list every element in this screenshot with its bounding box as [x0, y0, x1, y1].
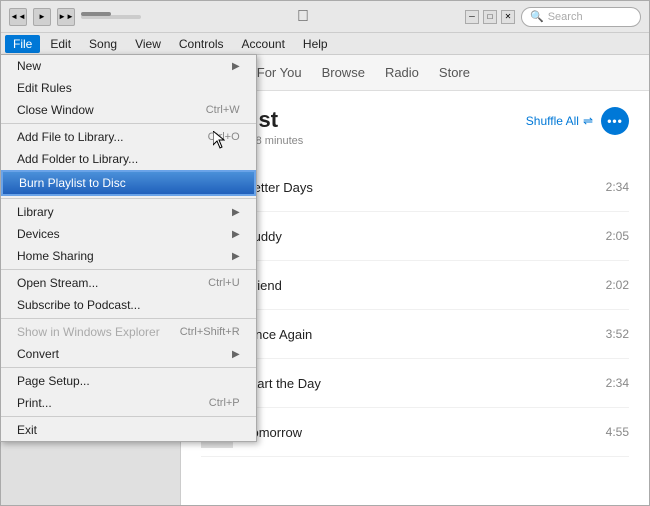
more-icon: ••• — [607, 114, 623, 128]
song-item-0[interactable]: ♪ Better Days 2:34 — [201, 163, 629, 212]
song-list: ♪ Better Days 2:34 ♪ Buddy 2:05 — [201, 163, 629, 457]
menu-bar: File Edit Song View Controls Account Hel… — [1, 33, 649, 55]
menu-help[interactable]: Help — [295, 35, 336, 53]
shortcut-show-explorer: Ctrl+Shift+R — [180, 326, 240, 338]
menu-item-print[interactable]: Print... Ctrl+P — [1, 392, 256, 414]
shortcut-add-file: Ctrl+O — [208, 131, 240, 143]
song-duration-0: 2:34 — [606, 180, 629, 194]
search-placeholder: Search — [548, 11, 583, 23]
arrow-icon-new: ▶ — [232, 61, 240, 72]
shuffle-button[interactable]: Shuffle All ⇌ — [526, 114, 593, 128]
menu-item-close-window[interactable]: Close Window Ctrl+W — [1, 99, 256, 121]
song-duration-1: 2:05 — [606, 229, 629, 243]
playlist-header: Playlist 6 songs • 18 minutes Shuffle Al… — [201, 107, 629, 147]
title-bar-center:  — [297, 8, 309, 26]
song-name-1: Buddy — [245, 229, 606, 244]
window-controls: ─ □ ✕ — [465, 10, 515, 24]
tab-foryou[interactable]: For You — [257, 61, 302, 84]
menu-item-convert[interactable]: Convert ▶ — [1, 343, 256, 365]
menu-item-add-file[interactable]: Add File to Library... Ctrl+O — [1, 126, 256, 148]
menu-item-edit-rules[interactable]: Edit Rules — [1, 77, 256, 99]
file-dropdown-menu: New ▶ Edit Rules Close Window Ctrl+W Add… — [0, 54, 257, 442]
separator-1 — [1, 123, 256, 124]
play-button[interactable]: ► — [33, 8, 51, 26]
separator-5 — [1, 367, 256, 368]
arrow-icon-convert: ▶ — [232, 349, 240, 360]
tab-browse[interactable]: Browse — [322, 61, 365, 84]
tab-store[interactable]: Store — [439, 61, 470, 84]
apple-logo:  — [297, 8, 309, 26]
arrow-icon-home-sharing: ▶ — [232, 251, 240, 262]
menu-song[interactable]: Song — [81, 35, 125, 53]
maximize-button[interactable]: □ — [483, 10, 497, 24]
song-item-4[interactable]: ♪ Start the Day 2:34 — [201, 359, 629, 408]
separator-4 — [1, 318, 256, 319]
song-name-0: Better Days — [245, 180, 606, 195]
menu-item-home-sharing[interactable]: Home Sharing ▶ — [1, 245, 256, 267]
song-duration-3: 3:52 — [606, 327, 629, 341]
shortcut-close-window: Ctrl+W — [206, 104, 240, 116]
volume-slider[interactable] — [81, 15, 141, 19]
menu-item-devices[interactable]: Devices ▶ — [1, 223, 256, 245]
song-name-5: Tomorrow — [245, 425, 606, 440]
shortcut-print: Ctrl+P — [209, 397, 240, 409]
close-button[interactable]: ✕ — [501, 10, 515, 24]
song-name-3: Once Again — [245, 327, 606, 342]
song-name-2: Friend — [245, 278, 606, 293]
more-button[interactable]: ••• — [601, 107, 629, 135]
menu-view[interactable]: View — [127, 35, 169, 53]
shortcut-open-stream: Ctrl+U — [208, 277, 239, 289]
menu-item-new[interactable]: New ▶ — [1, 55, 256, 77]
arrow-icon-library: ▶ — [232, 207, 240, 218]
song-name-4: Start the Day — [245, 376, 606, 391]
menu-item-exit[interactable]: Exit — [1, 419, 256, 441]
prev-button[interactable]: ◄◄ — [9, 8, 27, 26]
song-duration-4: 2:34 — [606, 376, 629, 390]
menu-item-library[interactable]: Library ▶ — [1, 201, 256, 223]
minimize-button[interactable]: ─ — [465, 10, 479, 24]
song-item-3[interactable]: ♪ Once Again 3:52 — [201, 310, 629, 359]
menu-file[interactable]: File — [5, 35, 40, 53]
song-duration-2: 2:02 — [606, 278, 629, 292]
menu-item-show-explorer: Show in Windows Explorer Ctrl+Shift+R — [1, 321, 256, 343]
separator-3 — [1, 269, 256, 270]
menu-item-open-stream[interactable]: Open Stream... Ctrl+U — [1, 272, 256, 294]
title-bar: ◄◄ ► ►►  ─ □ ✕ 🔍 Search — [1, 1, 649, 33]
next-button[interactable]: ►► — [57, 8, 75, 26]
title-bar-right: ─ □ ✕ 🔍 Search — [465, 7, 641, 27]
song-item-5[interactable]: ♪ Tomorrow 4:55 — [201, 408, 629, 457]
song-item-2[interactable]: ♪ Friend 2:02 — [201, 261, 629, 310]
menu-item-add-folder[interactable]: Add Folder to Library... — [1, 148, 256, 170]
song-item-1[interactable]: ♪ Buddy 2:05 — [201, 212, 629, 261]
menu-controls[interactable]: Controls — [171, 35, 232, 53]
menu-account[interactable]: Account — [234, 35, 293, 53]
separator-6 — [1, 416, 256, 417]
menu-item-page-setup[interactable]: Page Setup... — [1, 370, 256, 392]
shuffle-icon: ⇌ — [583, 114, 593, 128]
menu-item-burn-playlist[interactable]: Burn Playlist to Disc — [1, 170, 256, 196]
menu-item-subscribe-podcast[interactable]: Subscribe to Podcast... — [1, 294, 256, 316]
song-duration-5: 4:55 — [606, 425, 629, 439]
tab-radio[interactable]: Radio — [385, 61, 419, 84]
shuffle-label: Shuffle All — [526, 114, 579, 128]
menu-edit[interactable]: Edit — [42, 35, 79, 53]
search-icon: 🔍 — [530, 10, 544, 23]
playlist-controls: Shuffle All ⇌ ••• — [526, 107, 629, 135]
title-bar-left: ◄◄ ► ►► — [9, 8, 141, 26]
arrow-icon-devices: ▶ — [232, 229, 240, 240]
search-box[interactable]: 🔍 Search — [521, 7, 641, 27]
separator-2 — [1, 198, 256, 199]
